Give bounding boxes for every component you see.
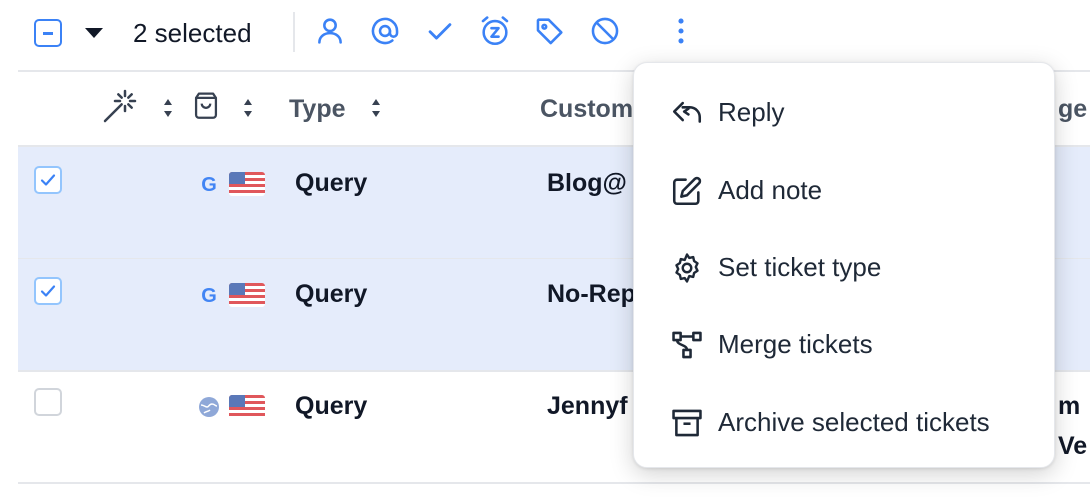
edit-note-icon (670, 174, 704, 208)
gear-icon (670, 251, 704, 285)
tag-icon[interactable] (533, 14, 567, 48)
menu-item-label: Merge tickets (718, 329, 873, 359)
google-icon: G (197, 172, 221, 196)
select-all-checkbox[interactable] (34, 19, 62, 47)
magic-wand-icon (100, 86, 140, 126)
menu-item-reply[interactable]: Reply (634, 83, 1054, 143)
row-type: Query (295, 392, 368, 420)
us-flag-icon (229, 283, 265, 307)
menu-item-merge-tickets[interactable]: Merge tickets (634, 315, 1054, 375)
sort-type-icon[interactable] (369, 95, 383, 121)
us-flag-icon (229, 172, 265, 196)
menu-item-label: Reply (718, 97, 785, 127)
row-customer[interactable]: No-Rep (547, 277, 636, 311)
selected-count: 2 selected (133, 18, 252, 48)
block-icon[interactable] (588, 14, 622, 48)
menu-item-label: Add note (718, 175, 823, 205)
merge-icon (670, 328, 704, 362)
row-type: Query (295, 280, 368, 308)
row-checkbox[interactable] (34, 388, 62, 416)
menu-item-label: Set ticket type (718, 252, 882, 282)
reply-icon (670, 96, 704, 130)
svg-text:G: G (201, 285, 217, 307)
row-type: Query (295, 169, 368, 197)
column-header-right-partial[interactable]: ge (1058, 92, 1087, 126)
toolbar-divider (293, 12, 295, 52)
row-customer[interactable]: Blog@ (547, 166, 627, 200)
sort-priority-icon[interactable] (161, 95, 175, 121)
archive-icon (670, 406, 704, 440)
row-divider (18, 482, 1090, 484)
menu-item-archive-selected[interactable]: Archive selected tickets (634, 393, 1054, 453)
bulk-action-toolbar: 2 selected (0, 0, 1090, 70)
globe-icon (197, 395, 221, 419)
row-checkbox[interactable] (34, 277, 62, 305)
sort-order-icon[interactable] (241, 95, 255, 121)
more-options-icon[interactable] (664, 14, 698, 48)
us-flag-icon (229, 395, 265, 419)
shopping-bag-icon (189, 88, 223, 122)
mention-icon[interactable] (368, 14, 402, 48)
resolve-check-icon[interactable] (423, 14, 457, 48)
column-header-customer[interactable]: Custom (540, 92, 633, 126)
assign-user-icon[interactable] (313, 14, 347, 48)
row-customer[interactable]: Jennyf (547, 389, 628, 423)
svg-text:G: G (201, 174, 217, 196)
menu-item-set-ticket-type[interactable]: Set ticket type (634, 238, 1054, 298)
row-checkbox[interactable] (34, 166, 62, 194)
select-dropdown-caret-icon[interactable] (85, 28, 103, 38)
google-icon: G (197, 283, 221, 307)
menu-item-label: Archive selected tickets (718, 407, 990, 437)
snooze-icon[interactable] (478, 14, 512, 48)
bulk-actions-menu: Reply Add note Set ticket type Merge tic… (633, 62, 1055, 468)
column-header-type[interactable]: Type (289, 92, 346, 126)
menu-item-add-note[interactable]: Add note (634, 161, 1054, 221)
